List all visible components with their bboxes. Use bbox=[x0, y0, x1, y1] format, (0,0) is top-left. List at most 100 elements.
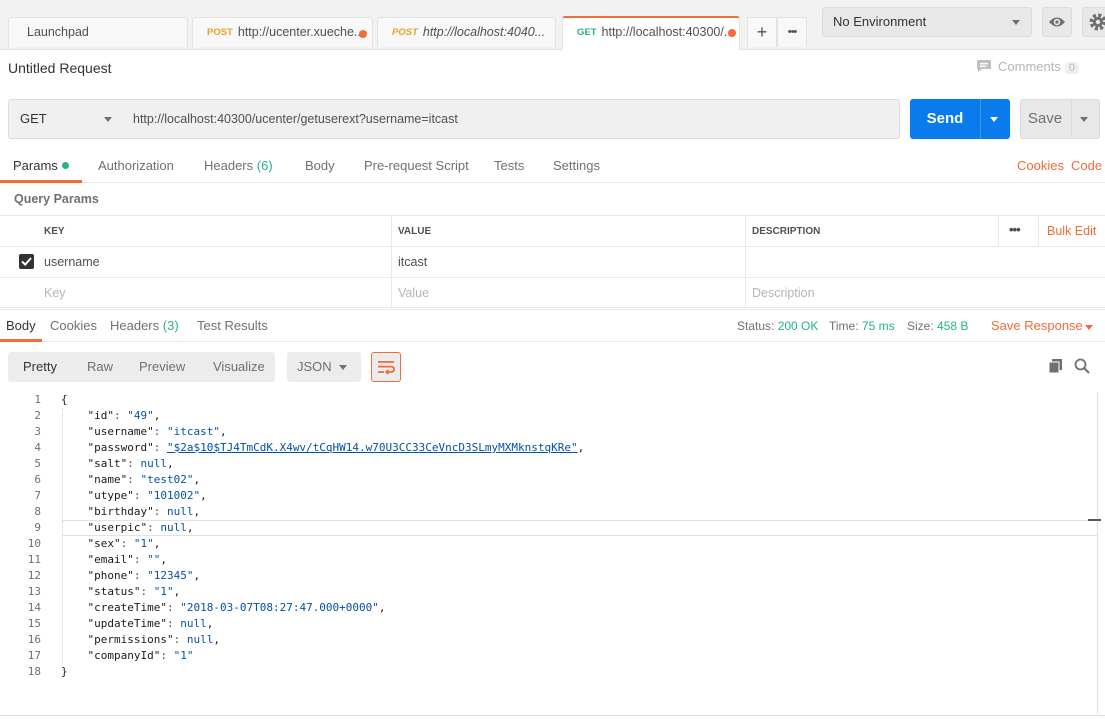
param-value-field[interactable]: itcast bbox=[391, 247, 745, 277]
active-tab-indicator bbox=[0, 180, 82, 183]
json-key: "salt" bbox=[87, 457, 128, 470]
params-table: KEY VALUE DESCRIPTION ••• Bulk Edit user… bbox=[0, 215, 1105, 309]
more-options-icon[interactable]: ••• bbox=[998, 216, 1038, 246]
code-text: "createTime": "2018-03-07T08:27:47.000+0… bbox=[87, 601, 386, 614]
line-number: 18 bbox=[27, 665, 41, 678]
code-text: "updateTime": null, bbox=[87, 617, 214, 630]
view-preview-button[interactable]: Preview bbox=[139, 352, 185, 382]
json-key: "name" bbox=[87, 473, 128, 486]
json-value: null bbox=[140, 457, 168, 470]
json-key: "sex" bbox=[87, 537, 121, 550]
tab-authorization[interactable]: Authorization bbox=[98, 158, 174, 173]
method-select[interactable]: GET bbox=[8, 99, 124, 139]
response-body-editor[interactable]: 1{2 "id": "49", 3 "username": "itcast", 4 … bbox=[0, 392, 1098, 714]
line-number: 1 bbox=[34, 393, 41, 406]
tab-request-preview[interactable]: POST http://localhost:4040... bbox=[377, 17, 556, 47]
request-title[interactable]: Untitled Request bbox=[8, 60, 112, 76]
search-icon[interactable] bbox=[1073, 357, 1091, 375]
tab-label: http://ucenter.xueche... bbox=[237, 25, 365, 39]
send-button[interactable]: Send bbox=[910, 99, 1010, 139]
line-number: 8 bbox=[34, 505, 41, 518]
code-line: 7 "utype": "101002", bbox=[0, 488, 1086, 504]
time-indicator[interactable]: Time: 75 ms bbox=[829, 319, 895, 333]
format-select[interactable]: JSON bbox=[287, 352, 361, 382]
code-line: 16 "permissions": null, bbox=[0, 632, 1086, 648]
tab-test-results[interactable]: Test Results bbox=[197, 318, 268, 333]
json-value: "1" bbox=[173, 649, 194, 662]
line-number: 14 bbox=[27, 601, 41, 614]
param-enabled-checkbox[interactable] bbox=[19, 254, 34, 269]
tab-response-headers[interactable]: Headers (3) bbox=[110, 318, 179, 333]
new-value-field[interactable]: Value bbox=[391, 278, 745, 307]
tab-request-active[interactable]: GET http://localhost:40300/... bbox=[562, 16, 740, 50]
code-text: "password": "$2a$10$TJ4TmCdK.X4wv/tCqHW1… bbox=[87, 441, 585, 454]
tab-body[interactable]: Body bbox=[305, 158, 335, 173]
wrap-lines-button[interactable] bbox=[371, 352, 401, 382]
param-description-field[interactable] bbox=[745, 247, 1105, 277]
code-text: "salt": null, bbox=[87, 457, 174, 470]
tab-tests[interactable]: Tests bbox=[494, 158, 524, 173]
size-value: 458 B bbox=[937, 319, 969, 333]
code-line: 6 "name": "test02", bbox=[0, 472, 1086, 488]
code-line: 3 "username": "itcast", bbox=[0, 424, 1086, 440]
view-pretty-button[interactable]: Pretty bbox=[23, 352, 57, 382]
chevron-down-icon[interactable] bbox=[1085, 325, 1093, 330]
environment-settings-button[interactable] bbox=[1082, 7, 1105, 37]
tab-response-cookies[interactable]: Cookies bbox=[50, 318, 97, 333]
json-key: "utype" bbox=[87, 489, 134, 502]
code-link[interactable]: Code bbox=[1071, 158, 1102, 173]
tab-settings[interactable]: Settings bbox=[553, 158, 600, 173]
json-value: "" bbox=[147, 553, 161, 566]
tab-params[interactable]: Params bbox=[13, 158, 69, 173]
chevron-down-icon bbox=[339, 365, 347, 370]
tab-launchpad[interactable]: Launchpad bbox=[8, 17, 188, 47]
view-visualize-button[interactable]: Visualize bbox=[213, 352, 265, 382]
new-description-field[interactable]: Description bbox=[745, 278, 1105, 307]
tab-pre-request-script[interactable]: Pre-request Script bbox=[364, 158, 469, 173]
line-number: 5 bbox=[34, 457, 41, 470]
comments-button[interactable]: Comments 0 bbox=[976, 59, 1079, 74]
tab-headers[interactable]: Headers (6) bbox=[204, 158, 273, 173]
time-label: Time: bbox=[829, 319, 859, 333]
comments-label: Comments bbox=[998, 59, 1061, 74]
json-key: "id" bbox=[87, 409, 115, 422]
status-value: 200 OK bbox=[777, 319, 819, 333]
param-key-field[interactable]: username bbox=[38, 247, 391, 277]
add-tab-button[interactable]: + bbox=[747, 17, 777, 47]
code-text: } bbox=[61, 665, 68, 678]
code-text: "sex": "1", bbox=[87, 537, 161, 550]
code-line: 9 "userpic": null, bbox=[0, 520, 1086, 536]
code-line: 15 "updateTime": null, bbox=[0, 616, 1086, 632]
chevron-down-icon bbox=[1012, 20, 1020, 25]
tab-response-body[interactable]: Body bbox=[6, 318, 36, 333]
tab-label: Headers bbox=[110, 318, 160, 333]
copy-icon[interactable] bbox=[1047, 357, 1065, 375]
tab-options-button[interactable]: ••• bbox=[777, 17, 807, 47]
wrap-lines-icon bbox=[378, 361, 395, 375]
tab-label: Headers bbox=[204, 158, 254, 173]
environment-select[interactable]: No Environment bbox=[822, 7, 1032, 37]
bulk-edit-link[interactable]: Bulk Edit bbox=[1038, 216, 1105, 246]
tab-method: POST bbox=[392, 27, 418, 38]
view-raw-button[interactable]: Raw bbox=[87, 352, 113, 382]
save-response-button[interactable]: Save Response bbox=[991, 318, 1083, 333]
chevron-down-icon[interactable] bbox=[1080, 117, 1088, 122]
environment-quick-look-button[interactable] bbox=[1042, 7, 1072, 37]
more-icon: ••• bbox=[787, 26, 798, 38]
url-input[interactable]: http://localhost:40300/ucenter/getuserex… bbox=[123, 99, 900, 139]
scrollbar-marker bbox=[1088, 519, 1101, 521]
new-key-field[interactable]: Key bbox=[38, 278, 391, 307]
line-number: 17 bbox=[27, 649, 41, 662]
tab-request[interactable]: POST http://ucenter.xueche... bbox=[192, 17, 373, 47]
unsaved-dot-icon bbox=[728, 29, 736, 37]
size-indicator[interactable]: Size: 458 B bbox=[907, 319, 968, 333]
plus-icon: + bbox=[756, 22, 768, 42]
chevron-down-icon[interactable] bbox=[990, 117, 998, 122]
status-indicator[interactable]: Status: 200 OK bbox=[737, 319, 818, 333]
save-button[interactable]: Save bbox=[1020, 99, 1100, 139]
comments-count: 0 bbox=[1064, 62, 1079, 74]
json-key: "password" bbox=[87, 441, 154, 454]
json-value: "$2a$10$TJ4TmCdK.X4wv/tCqHW14.w70U3CC33C… bbox=[166, 441, 578, 454]
cookies-link[interactable]: Cookies bbox=[1017, 158, 1064, 173]
code-line: 5 "salt": null, bbox=[0, 456, 1086, 472]
